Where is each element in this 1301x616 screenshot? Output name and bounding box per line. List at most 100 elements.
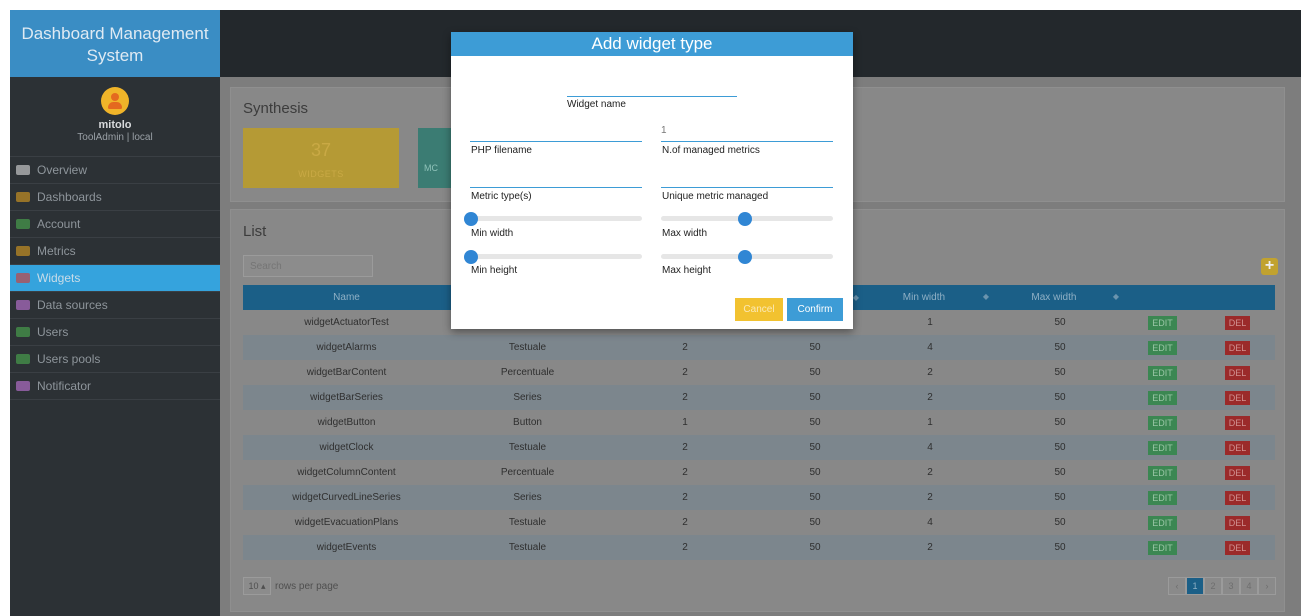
cell-type: Percentuale <box>450 460 605 485</box>
sidebar-item-metrics[interactable]: Metrics <box>10 238 220 265</box>
min-width-label: Min width <box>471 228 514 239</box>
page-button-2[interactable]: 2 <box>1204 577 1222 595</box>
metric-types-label: Metric type(s) <box>471 191 532 202</box>
col-header-name[interactable]: Name <box>243 285 450 310</box>
edit-button[interactable]: EDIT <box>1148 415 1177 430</box>
edit-button[interactable]: EDIT <box>1148 540 1177 555</box>
page-button-3[interactable]: 3 <box>1222 577 1240 595</box>
edit-button[interactable]: EDIT <box>1148 515 1177 530</box>
bell-icon <box>16 381 30 391</box>
edit-button[interactable]: EDIT <box>1148 340 1177 355</box>
edit-button[interactable]: EDIT <box>1148 440 1177 455</box>
cell-max-h: 50 <box>765 360 865 385</box>
widget-name-label: Widget name <box>567 99 626 110</box>
cell-delete: DEL <box>1200 485 1275 510</box>
cell-min-w: 2 <box>865 360 995 385</box>
cell-metrics: 2 <box>605 460 765 485</box>
sidebar-item-label: Users pools <box>37 351 101 366</box>
min-width-slider[interactable] <box>470 216 642 221</box>
max-height-label: Max height <box>662 265 711 276</box>
cell-metrics: 2 <box>605 335 765 360</box>
sidebar-item-account[interactable]: Account <box>10 211 220 238</box>
php-filename-input[interactable] <box>470 141 642 142</box>
add-widget-type-modal: Add widget type Widget name PHP filename… <box>451 32 853 329</box>
sidebar-item-dashboards[interactable]: Dashboards <box>10 184 220 211</box>
cell-min-w: 1 <box>865 410 995 435</box>
delete-button[interactable]: DEL <box>1224 465 1251 480</box>
sidebar-menu: Overview Dashboards Account Metrics Widgets D… <box>10 157 220 400</box>
widget-name-input[interactable] <box>567 96 737 97</box>
cell-name: widgetBarContent <box>243 360 450 385</box>
cancel-button[interactable]: Cancel <box>735 298 783 321</box>
delete-button[interactable]: DEL <box>1224 540 1251 555</box>
edit-button[interactable]: EDIT <box>1148 315 1177 330</box>
col-header-max-width[interactable]: Max width ◆ <box>995 285 1125 310</box>
cell-max-h: 50 <box>765 335 865 360</box>
delete-button[interactable]: DEL <box>1224 340 1251 355</box>
cell-name: widgetColumnContent <box>243 460 450 485</box>
cell-min-w: 2 <box>865 385 995 410</box>
sidebar-item-data-sources[interactable]: Data sources <box>10 292 220 319</box>
edit-button[interactable]: EDIT <box>1148 365 1177 380</box>
cell-metrics: 2 <box>605 510 765 535</box>
list-title: List <box>243 223 267 240</box>
managed-metrics-label: N.of managed metrics <box>662 145 760 156</box>
delete-button[interactable]: DEL <box>1224 415 1251 430</box>
caret-up-icon: ▴ <box>261 581 266 591</box>
sort-icon: ◆ <box>1112 292 1119 301</box>
edit-button[interactable]: EDIT <box>1148 390 1177 405</box>
cell-max-h: 50 <box>765 535 865 560</box>
sidebar-item-users-pools[interactable]: Users pools <box>10 346 220 373</box>
widgets-stat-card[interactable]: 37 WIDGETS <box>243 128 399 188</box>
max-height-slider-handle[interactable] <box>738 250 752 264</box>
cell-max-w: 50 <box>995 360 1125 385</box>
cell-max-h: 50 <box>765 510 865 535</box>
sidebar-item-notificator[interactable]: Notificator <box>10 373 220 400</box>
delete-button[interactable]: DEL <box>1224 315 1251 330</box>
min-height-slider-handle[interactable] <box>464 250 478 264</box>
user-name: mitolo <box>98 119 132 131</box>
delete-button[interactable]: DEL <box>1224 390 1251 405</box>
avatar[interactable] <box>101 87 129 115</box>
confirm-button[interactable]: Confirm <box>787 298 843 321</box>
edit-button[interactable]: EDIT <box>1148 490 1177 505</box>
add-widget-button[interactable]: + <box>1261 258 1278 275</box>
edit-button[interactable]: EDIT <box>1148 465 1177 480</box>
metric-types-input[interactable] <box>470 187 642 188</box>
cell-max-w: 50 <box>995 385 1125 410</box>
cell-edit: EDIT <box>1125 510 1200 535</box>
cell-edit: EDIT <box>1125 535 1200 560</box>
delete-button[interactable]: DEL <box>1224 365 1251 380</box>
search-input[interactable] <box>243 255 373 277</box>
sidebar-item-users[interactable]: Users <box>10 319 220 346</box>
cell-max-w: 50 <box>995 410 1125 435</box>
delete-button[interactable]: DEL <box>1224 515 1251 530</box>
monitor-icon <box>16 165 30 175</box>
sidebar-item-label: Data sources <box>37 297 108 312</box>
min-height-slider[interactable] <box>470 254 642 259</box>
cell-delete: DEL <box>1200 435 1275 460</box>
max-width-slider-handle[interactable] <box>738 212 752 226</box>
page-button-1[interactable]: 1 <box>1186 577 1204 595</box>
cell-type: Testuale <box>450 435 605 460</box>
unique-metric-input[interactable] <box>661 187 833 188</box>
cell-name: widgetClock <box>243 435 450 460</box>
min-width-slider-handle[interactable] <box>464 212 478 226</box>
page-button-4[interactable]: 4 <box>1240 577 1258 595</box>
delete-button[interactable]: DEL <box>1224 490 1251 505</box>
sidebar-item-overview[interactable]: Overview <box>10 157 220 184</box>
cell-name: widgetButton <box>243 410 450 435</box>
cell-metrics: 1 <box>605 410 765 435</box>
prev-page-button[interactable]: ‹ <box>1168 577 1186 595</box>
managed-metrics-input[interactable] <box>661 141 833 142</box>
sidebar-item-widgets[interactable]: Widgets <box>10 265 220 292</box>
cell-edit: EDIT <box>1125 435 1200 460</box>
next-page-button[interactable]: › <box>1258 577 1276 595</box>
table-row: widgetAlarms Testuale 2 50 4 50 EDIT DEL <box>243 335 1275 360</box>
delete-button[interactable]: DEL <box>1224 440 1251 455</box>
cell-delete: DEL <box>1200 510 1275 535</box>
cell-min-w: 4 <box>865 510 995 535</box>
col-header-min-width[interactable]: Min width ◆ <box>865 285 995 310</box>
cell-metrics: 2 <box>605 360 765 385</box>
rows-per-page-select[interactable]: 10 ▴ <box>243 577 271 595</box>
